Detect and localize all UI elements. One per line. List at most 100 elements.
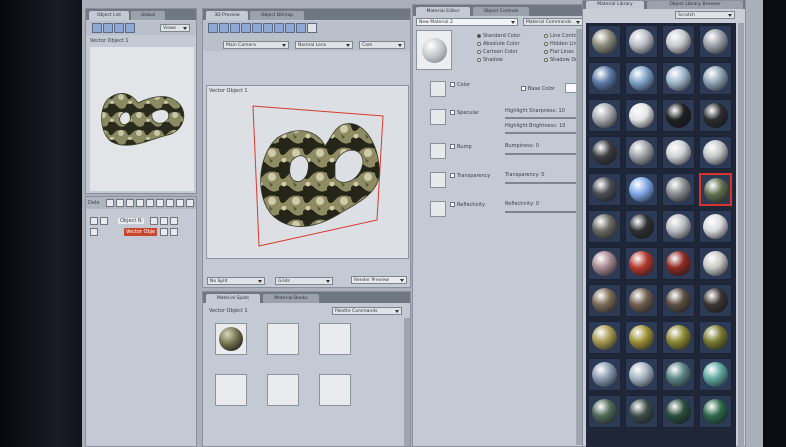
zoom-tool-icon[interactable]	[241, 23, 251, 33]
library-material-19[interactable]	[662, 173, 695, 206]
specular-checkbox[interactable]	[450, 110, 455, 115]
tab-material-editor[interactable]: Material Editor	[416, 7, 470, 16]
spots-scrollbar[interactable]	[404, 318, 410, 446]
library-material-15[interactable]	[662, 136, 695, 169]
lens-select[interactable]: Normal Lens	[295, 41, 353, 49]
bumpiness-slider[interactable]	[505, 153, 579, 155]
radio-hidden-line[interactable]	[544, 42, 548, 46]
layer-flag-2-icon[interactable]	[160, 217, 168, 225]
library-material-27[interactable]	[662, 247, 695, 280]
frame-tool-icon[interactable]	[252, 23, 262, 33]
transparency-slider[interactable]	[505, 182, 579, 184]
radio-flat-lines[interactable]	[544, 50, 548, 54]
material-spot-2[interactable]	[267, 323, 299, 355]
library-material-23[interactable]	[662, 210, 695, 243]
library-material-36[interactable]	[699, 321, 732, 354]
library-material-31[interactable]	[662, 284, 695, 317]
transparency-swatch[interactable]	[430, 172, 446, 188]
grids-select[interactable]: Grids	[275, 277, 333, 285]
library-material-6[interactable]	[625, 62, 658, 95]
grid-tool-icon[interactable]	[285, 23, 295, 33]
layer-tool-1-icon[interactable]	[106, 199, 114, 207]
library-material-24[interactable]	[699, 210, 732, 243]
library-material-26[interactable]	[625, 247, 658, 280]
library-material-1[interactable]	[588, 25, 621, 58]
camera-select[interactable]: Main Camera	[223, 41, 289, 49]
layer-tool-9-icon[interactable]	[186, 199, 194, 207]
library-material-28[interactable]	[699, 247, 732, 280]
layer-tool-8-icon[interactable]	[176, 199, 184, 207]
tab-global[interactable]: Global	[131, 11, 165, 20]
views-select[interactable]: Views	[160, 24, 190, 32]
transparency-checkbox[interactable]	[450, 173, 455, 178]
tab-object-list[interactable]: Object List	[89, 11, 129, 20]
library-material-9[interactable]	[588, 99, 621, 132]
tab-3d-preview[interactable]: 3D Preview	[206, 11, 248, 20]
material-spot-6[interactable]	[319, 374, 351, 406]
library-material-32[interactable]	[699, 284, 732, 317]
eye-icon-2[interactable]	[90, 228, 98, 236]
radio-shadow-dr[interactable]	[544, 58, 548, 62]
highlight-sharpness-slider[interactable]	[505, 117, 579, 119]
library-material-16[interactable]	[699, 136, 732, 169]
pan-tool-icon[interactable]	[219, 23, 229, 33]
select-tool-icon[interactable]	[92, 23, 102, 33]
rotate-tool-icon[interactable]	[114, 23, 124, 33]
library-material-20[interactable]	[699, 173, 732, 206]
layer-tool-5-icon[interactable]	[146, 199, 154, 207]
material-spot-4[interactable]	[215, 374, 247, 406]
library-material-43[interactable]	[662, 395, 695, 428]
bump-swatch[interactable]	[430, 143, 446, 159]
camera-tool-icon[interactable]	[274, 23, 284, 33]
reflectivity-slider[interactable]	[505, 211, 579, 213]
library-material-7[interactable]	[662, 62, 695, 95]
library-material-39[interactable]	[662, 358, 695, 391]
tab-material-spots[interactable]: Material Spots	[206, 294, 260, 303]
library-scrollbar[interactable]	[738, 23, 744, 447]
library-material-37[interactable]	[588, 358, 621, 391]
radio-cartoon-color[interactable]	[477, 50, 481, 54]
library-material-12[interactable]	[699, 99, 732, 132]
layer-flag-3-icon[interactable]	[170, 217, 178, 225]
library-material-30[interactable]	[625, 284, 658, 317]
render-tool-icon[interactable]	[296, 23, 306, 33]
tab-material-books[interactable]: Material Books	[263, 294, 319, 303]
split-select[interactable]: No Split	[207, 277, 265, 285]
library-material-38[interactable]	[625, 358, 658, 391]
layer-flag-4-icon[interactable]	[160, 228, 168, 236]
layer-tool-6-icon[interactable]	[156, 199, 164, 207]
library-material-5[interactable]	[588, 62, 621, 95]
radio-shadow[interactable]	[477, 58, 481, 62]
layer-tool-2-icon[interactable]	[116, 199, 124, 207]
library-material-34[interactable]	[625, 321, 658, 354]
tab-object-library-browser[interactable]: Object Library Browser	[647, 1, 743, 9]
material-commands-select[interactable]: Material Commands	[523, 18, 583, 26]
view-tool-icon[interactable]	[307, 23, 317, 33]
library-material-42[interactable]	[625, 395, 658, 428]
material-spot-1[interactable]	[215, 323, 247, 355]
specular-swatch[interactable]	[430, 109, 446, 125]
library-material-4[interactable]	[699, 25, 732, 58]
3d-viewport[interactable]: Vector Object 1	[206, 85, 409, 259]
library-material-22[interactable]	[625, 210, 658, 243]
library-material-25[interactable]	[588, 247, 621, 280]
radio-absolute-color[interactable]	[477, 42, 481, 46]
move-tool-icon[interactable]	[103, 23, 113, 33]
extra-select[interactable]: Cam	[359, 41, 405, 49]
color-swatch[interactable]	[430, 81, 446, 97]
material-spot-3[interactable]	[319, 323, 351, 355]
palette-commands-select[interactable]: Palette Commands	[332, 307, 402, 315]
render-preview-button[interactable]: Render Preview	[351, 276, 407, 284]
tab-object-bitmap[interactable]: Object Bitmap	[250, 11, 304, 20]
lock-icon[interactable]	[100, 217, 108, 225]
eye-icon[interactable]	[90, 217, 98, 225]
library-material-41[interactable]	[588, 395, 621, 428]
light-tool-icon[interactable]	[263, 23, 273, 33]
library-material-13[interactable]	[588, 136, 621, 169]
library-material-14[interactable]	[625, 136, 658, 169]
library-material-18[interactable]	[625, 173, 658, 206]
layer-row-vector[interactable]: Vector Obje	[88, 228, 194, 237]
layer-row-object[interactable]: Object N	[88, 217, 194, 226]
color-checkbox[interactable]	[450, 82, 455, 87]
material-name-field[interactable]: New Material 2	[416, 18, 518, 26]
